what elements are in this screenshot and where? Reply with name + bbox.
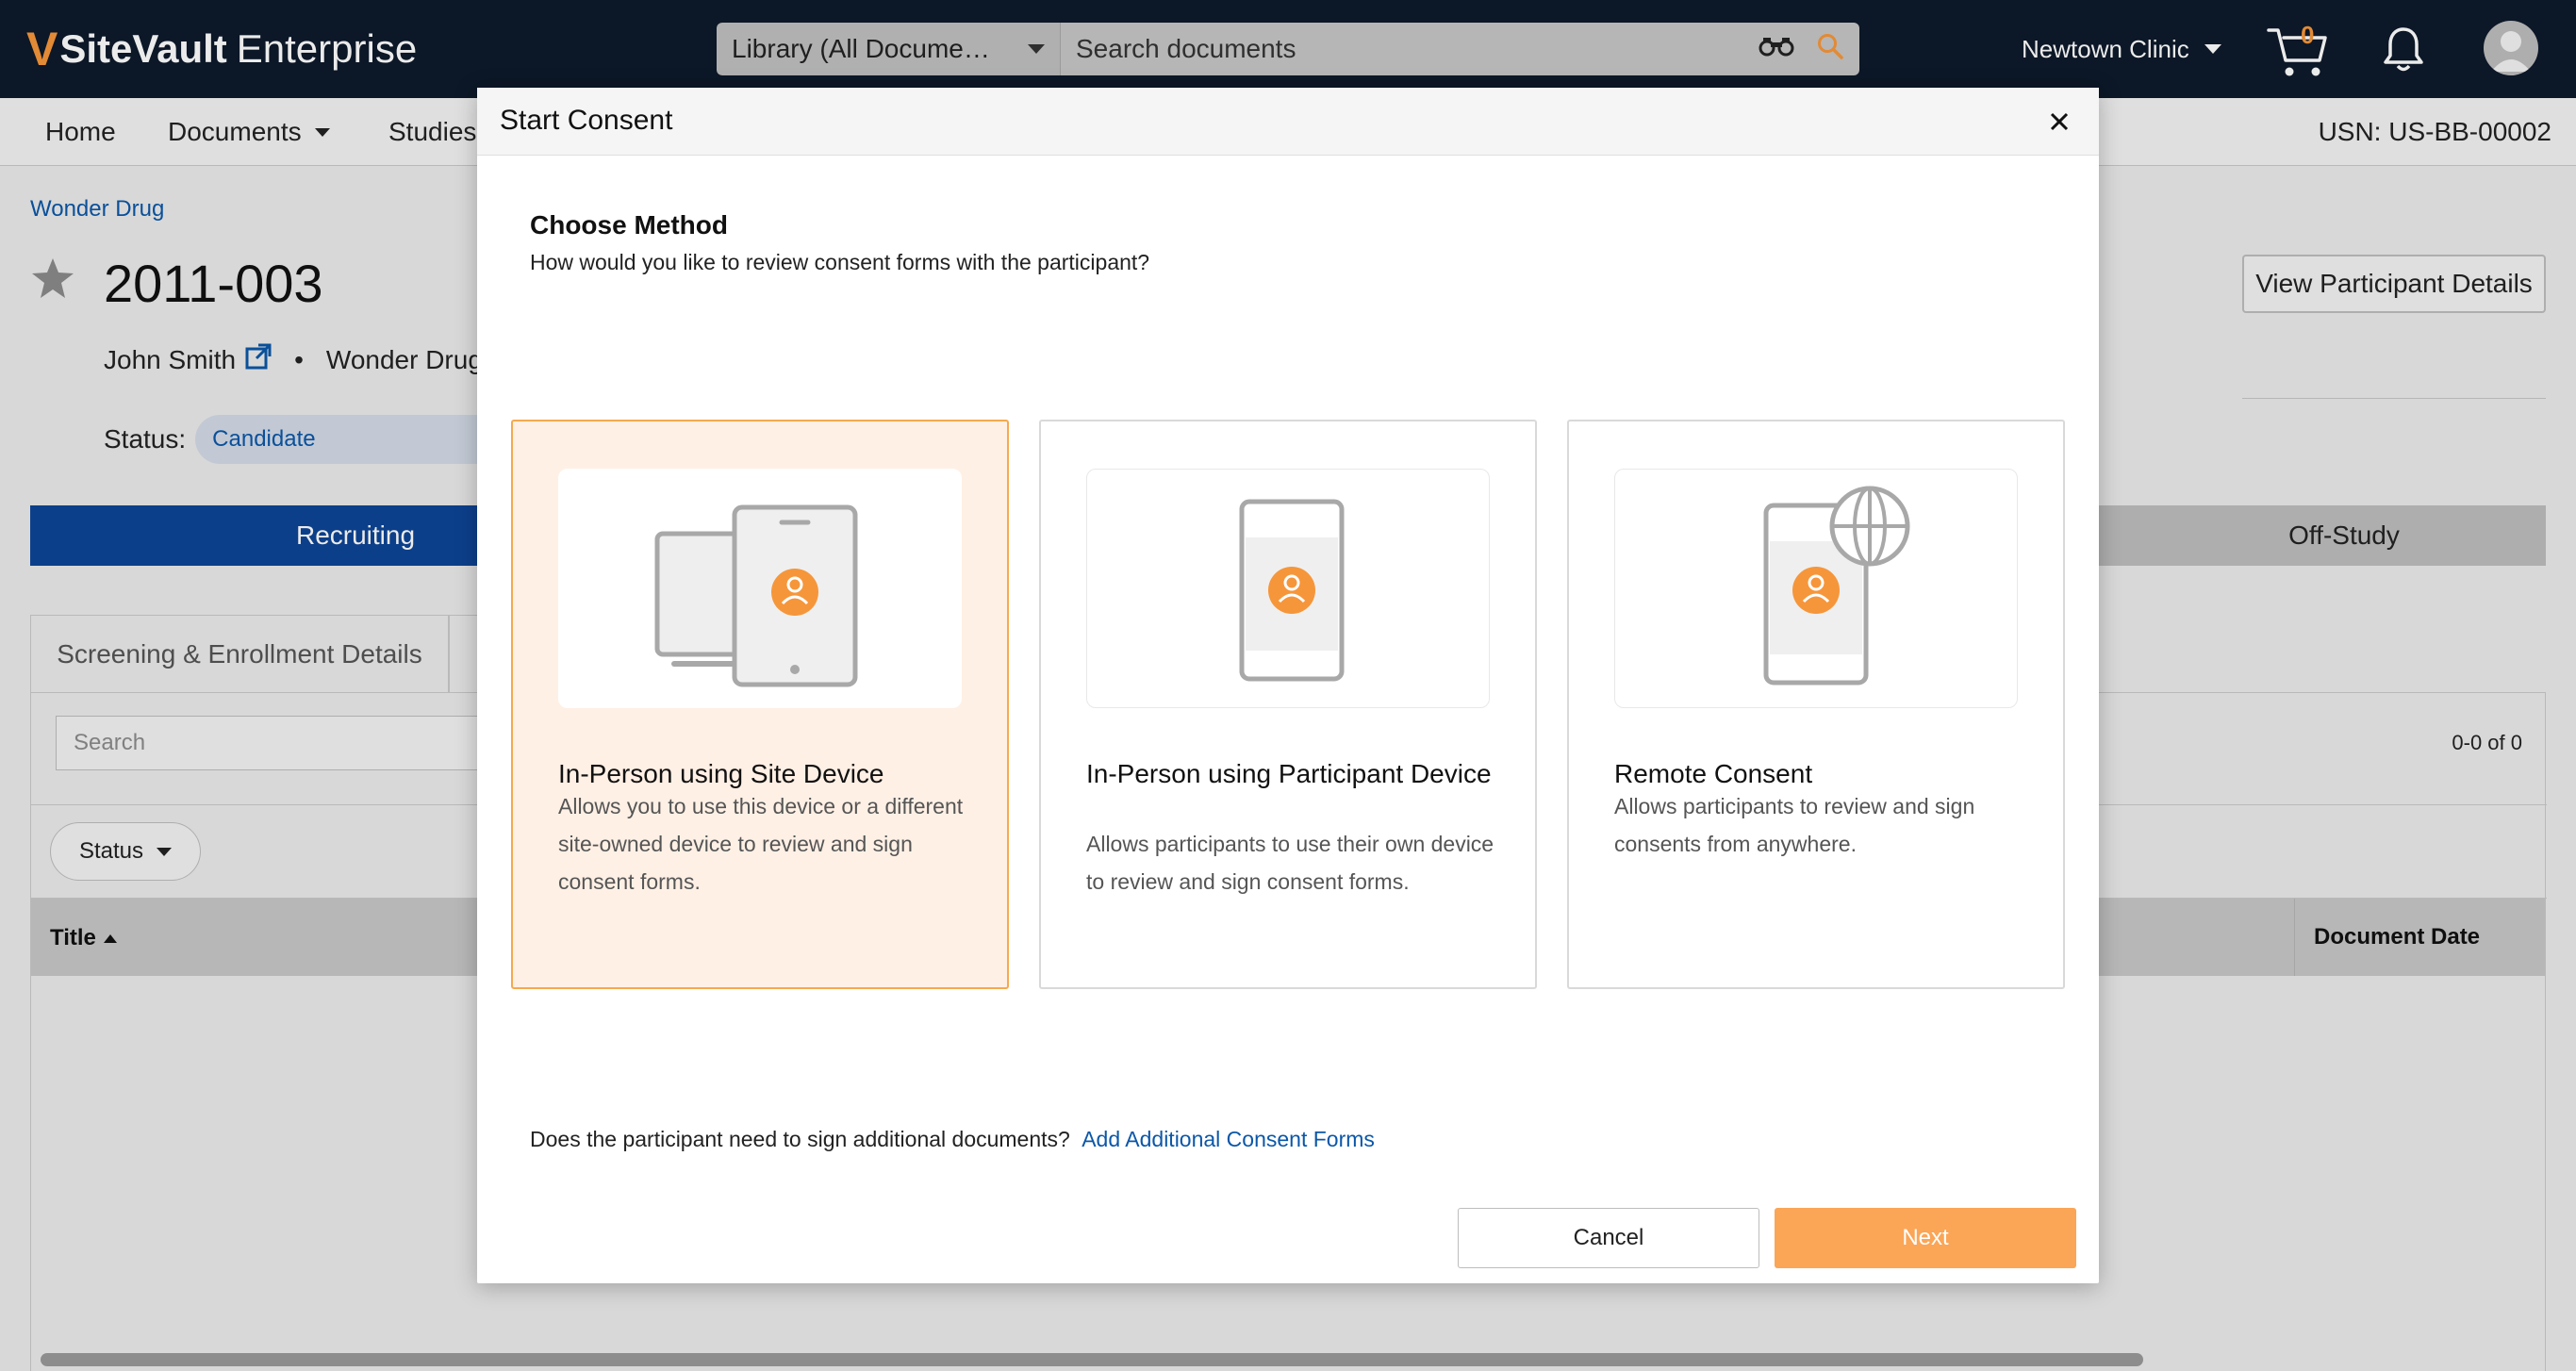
option-remote-consent[interactable]: Remote Consent Allows participants to re…	[1567, 420, 2065, 989]
modal-header: Start Consent	[477, 88, 2099, 156]
site-device-illustration	[558, 469, 962, 708]
option-title: In-Person using Participant Device	[1086, 759, 1492, 788]
option-description: Allows you to use this device or a diffe…	[558, 794, 964, 894]
add-additional-consent-forms-link[interactable]: Add Additional Consent Forms	[1082, 1127, 1375, 1151]
participant-device-illustration	[1086, 469, 1490, 708]
remote-consent-illustration	[1614, 469, 2018, 708]
modal-title: Start Consent	[500, 105, 673, 136]
choose-method-heading: Choose Method	[530, 210, 728, 240]
phone-icon	[1239, 499, 1345, 682]
option-description: Allows participants to use their own dev…	[1086, 832, 1494, 894]
additional-documents-prompt: Does the participant need to sign additi…	[530, 1127, 1375, 1152]
option-participant-device[interactable]: In-Person using Participant Device Allow…	[1039, 420, 1537, 989]
close-button[interactable]	[2039, 101, 2080, 142]
start-consent-modal: Start Consent Choose Method How would yo…	[477, 88, 2099, 1283]
option-site-device[interactable]: In-Person using Site Device Allows you t…	[511, 420, 1009, 989]
additional-documents-question: Does the participant need to sign additi…	[530, 1127, 1070, 1151]
devices-icon	[654, 504, 858, 687]
globe-phone-icon	[1763, 486, 1910, 686]
close-icon	[2050, 112, 2069, 131]
next-button[interactable]: Next	[1775, 1208, 2076, 1268]
cancel-button[interactable]: Cancel	[1458, 1208, 1759, 1268]
choose-method-description: How would you like to review consent for…	[530, 250, 1150, 274]
option-description: Allows participants to review and sign c…	[1614, 794, 1975, 856]
